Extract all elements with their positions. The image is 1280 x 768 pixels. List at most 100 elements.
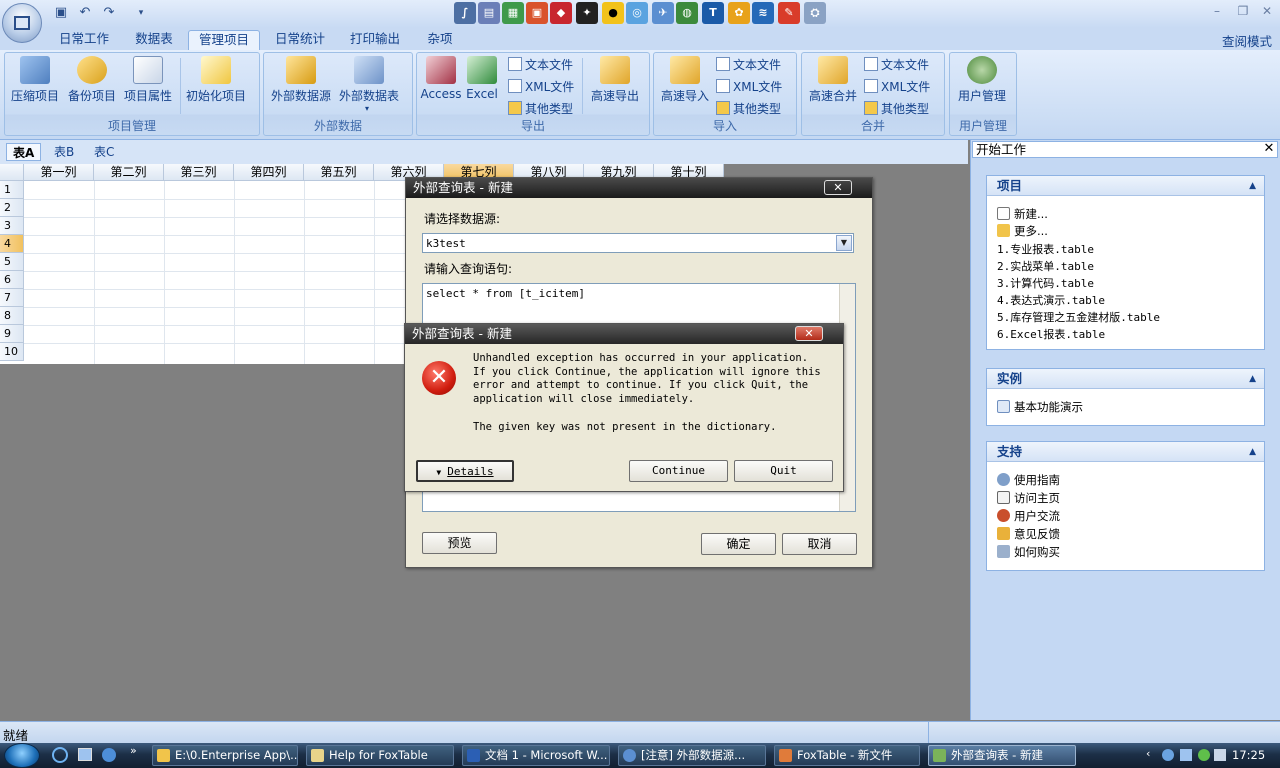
export-xml-file-button[interactable]: XML文件	[508, 77, 574, 95]
close-button[interactable]: ✕	[1258, 4, 1276, 20]
taskbar-item-foxtable[interactable]: FoxTable - 新文件	[774, 745, 920, 766]
row-header[interactable]: 2	[0, 199, 24, 217]
sheet-tab-a[interactable]: 表A	[6, 143, 42, 161]
task-pane-close-icon[interactable]: ✕	[1262, 141, 1276, 156]
app-launcher-icon[interactable]: ✈	[652, 2, 674, 24]
clock[interactable]: 17:25	[1232, 748, 1265, 762]
undo-icon[interactable]: ↶	[76, 5, 94, 21]
user-management-button[interactable]: 用户管理	[952, 56, 1012, 108]
quicklaunch-icon[interactable]	[102, 748, 116, 762]
taskbar-item-query-dialog[interactable]: 外部查询表 - 新建	[928, 745, 1076, 766]
export-excel-button[interactable]: Excel	[464, 56, 500, 108]
row-header[interactable]: 10	[0, 343, 24, 361]
app-launcher-icon[interactable]: T	[702, 2, 724, 24]
fast-export-button[interactable]: 高速导出	[586, 56, 644, 108]
panel-header[interactable]: 实例 ▲	[987, 369, 1264, 389]
fast-merge-button[interactable]: 高速合并	[804, 56, 862, 108]
row-header[interactable]: 7	[0, 289, 24, 307]
row-header-selected[interactable]: 4	[0, 235, 24, 253]
cancel-button[interactable]: 取消	[782, 533, 857, 555]
homepage-link[interactable]: 访问主页	[997, 489, 1060, 506]
collapse-icon[interactable]: ▲	[1249, 176, 1256, 196]
dialog-close-button[interactable]: ✕	[824, 180, 852, 195]
column-header[interactable]: 第一列	[24, 164, 94, 181]
continue-button[interactable]: Continue	[629, 460, 728, 482]
tab-misc[interactable]: 杂项	[420, 30, 460, 50]
taskbar-item-help[interactable]: Help for FoxTable	[306, 745, 454, 766]
purchase-link[interactable]: 如何购买	[997, 543, 1060, 560]
external-data-table-button[interactable]: 外部数据表	[336, 56, 402, 108]
tab-daily-stats[interactable]: 日常统计	[268, 30, 332, 50]
external-data-source-button[interactable]: 外部数据源	[268, 56, 334, 108]
app-launcher-icon[interactable]: ⛭	[804, 2, 826, 24]
recent-project-link[interactable]: 5.库存管理之五金建材版.table	[997, 308, 1160, 325]
export-other-type-button[interactable]: 其他类型	[508, 99, 573, 117]
restore-button[interactable]: ❐	[1234, 4, 1252, 20]
new-project-link[interactable]: 新建...	[997, 205, 1048, 222]
tray-icon[interactable]	[1198, 749, 1210, 761]
save-icon[interactable]: ▣	[52, 5, 70, 21]
column-header[interactable]: 第二列	[94, 164, 164, 181]
app-launcher-icon[interactable]: ▤	[478, 2, 500, 24]
tab-print-output[interactable]: 打印输出	[342, 30, 408, 50]
import-text-file-button[interactable]: 文本文件	[716, 55, 781, 73]
globe-icon[interactable]: ◍	[676, 2, 698, 24]
app-launcher-icon[interactable]: ◎	[626, 2, 648, 24]
dropdown-arrow-icon[interactable]: ▾	[365, 104, 369, 113]
row-header[interactable]: 8	[0, 307, 24, 325]
redo-icon[interactable]: ↷	[100, 5, 118, 21]
powerpoint-icon[interactable]: ▣	[526, 2, 548, 24]
recent-project-link[interactable]: 3.计算代码.table	[997, 274, 1094, 291]
fast-import-button[interactable]: 高速导入	[656, 56, 714, 108]
recent-project-link[interactable]: 1.专业报表.table	[997, 240, 1094, 257]
backup-project-button[interactable]: 备份项目	[64, 56, 120, 108]
feedback-link[interactable]: 意见反馈	[997, 525, 1060, 542]
column-header[interactable]: 第四列	[234, 164, 304, 181]
recent-project-link[interactable]: 2.实战菜单.table	[997, 257, 1094, 274]
taskbar-item-word[interactable]: 文档 1 - Microsoft W...	[462, 745, 610, 766]
read-mode-toggle[interactable]: 查阅模式	[1222, 31, 1272, 50]
data-source-select[interactable]: k3test ▼	[422, 233, 854, 253]
row-header[interactable]: 3	[0, 217, 24, 235]
tray-icon[interactable]	[1162, 749, 1174, 761]
task-pane-title[interactable]: 开始工作	[972, 141, 1278, 158]
initialize-project-button[interactable]: 初始化项目	[184, 56, 248, 108]
panel-header[interactable]: 支持 ▲	[987, 442, 1264, 462]
basic-demo-link[interactable]: 基本功能演示	[997, 398, 1083, 415]
column-header[interactable]: 第三列	[164, 164, 234, 181]
details-button[interactable]: ▼ Details	[416, 460, 514, 482]
column-header[interactable]: 第五列	[304, 164, 374, 181]
chevron-down-icon[interactable]: ▼	[836, 235, 852, 251]
sheet-tab-c[interactable]: 表C	[88, 143, 120, 161]
quicklaunch-overflow-icon[interactable]: »	[130, 744, 137, 757]
app-launcher-icon[interactable]: ◆	[550, 2, 572, 24]
sheet-tab-b[interactable]: 表B	[48, 143, 80, 161]
project-properties-button[interactable]: 项目属性	[120, 56, 176, 108]
merge-xml-file-button[interactable]: XML文件	[864, 77, 930, 95]
more-projects-link[interactable]: 更多...	[997, 222, 1048, 239]
recent-project-link[interactable]: 6.Excel报表.table	[997, 325, 1105, 342]
merge-other-type-button[interactable]: 其他类型	[864, 99, 929, 117]
quick-access-dropdown-icon[interactable]: ▾	[132, 5, 150, 21]
app-launcher-icon[interactable]: ≋	[752, 2, 774, 24]
show-desktop-icon[interactable]	[78, 748, 92, 761]
office-menu-button[interactable]	[2, 3, 42, 43]
panel-header[interactable]: 项目 ▲	[987, 176, 1264, 196]
user-forum-link[interactable]: 用户交流	[997, 507, 1060, 524]
tab-data-table[interactable]: 数据表	[124, 30, 184, 50]
row-header[interactable]: 5	[0, 253, 24, 271]
tray-expand-icon[interactable]: ‹	[1146, 747, 1150, 760]
dialog-close-button[interactable]: ✕	[795, 326, 823, 341]
minimize-button[interactable]: –	[1208, 4, 1226, 20]
start-button[interactable]	[4, 743, 40, 768]
excel-icon[interactable]: ▦	[502, 2, 524, 24]
compress-project-button[interactable]: 压缩项目	[8, 56, 62, 108]
import-xml-file-button[interactable]: XML文件	[716, 77, 782, 95]
recent-project-link[interactable]: 4.表达式演示.table	[997, 291, 1105, 308]
app-launcher-icon[interactable]: ✎	[778, 2, 800, 24]
volume-icon[interactable]	[1214, 749, 1226, 761]
tab-manage-project[interactable]: 管理项目	[188, 30, 260, 50]
collapse-icon[interactable]: ▲	[1249, 442, 1256, 462]
collapse-icon[interactable]: ▲	[1249, 369, 1256, 389]
app-launcher-icon[interactable]: ✿	[728, 2, 750, 24]
